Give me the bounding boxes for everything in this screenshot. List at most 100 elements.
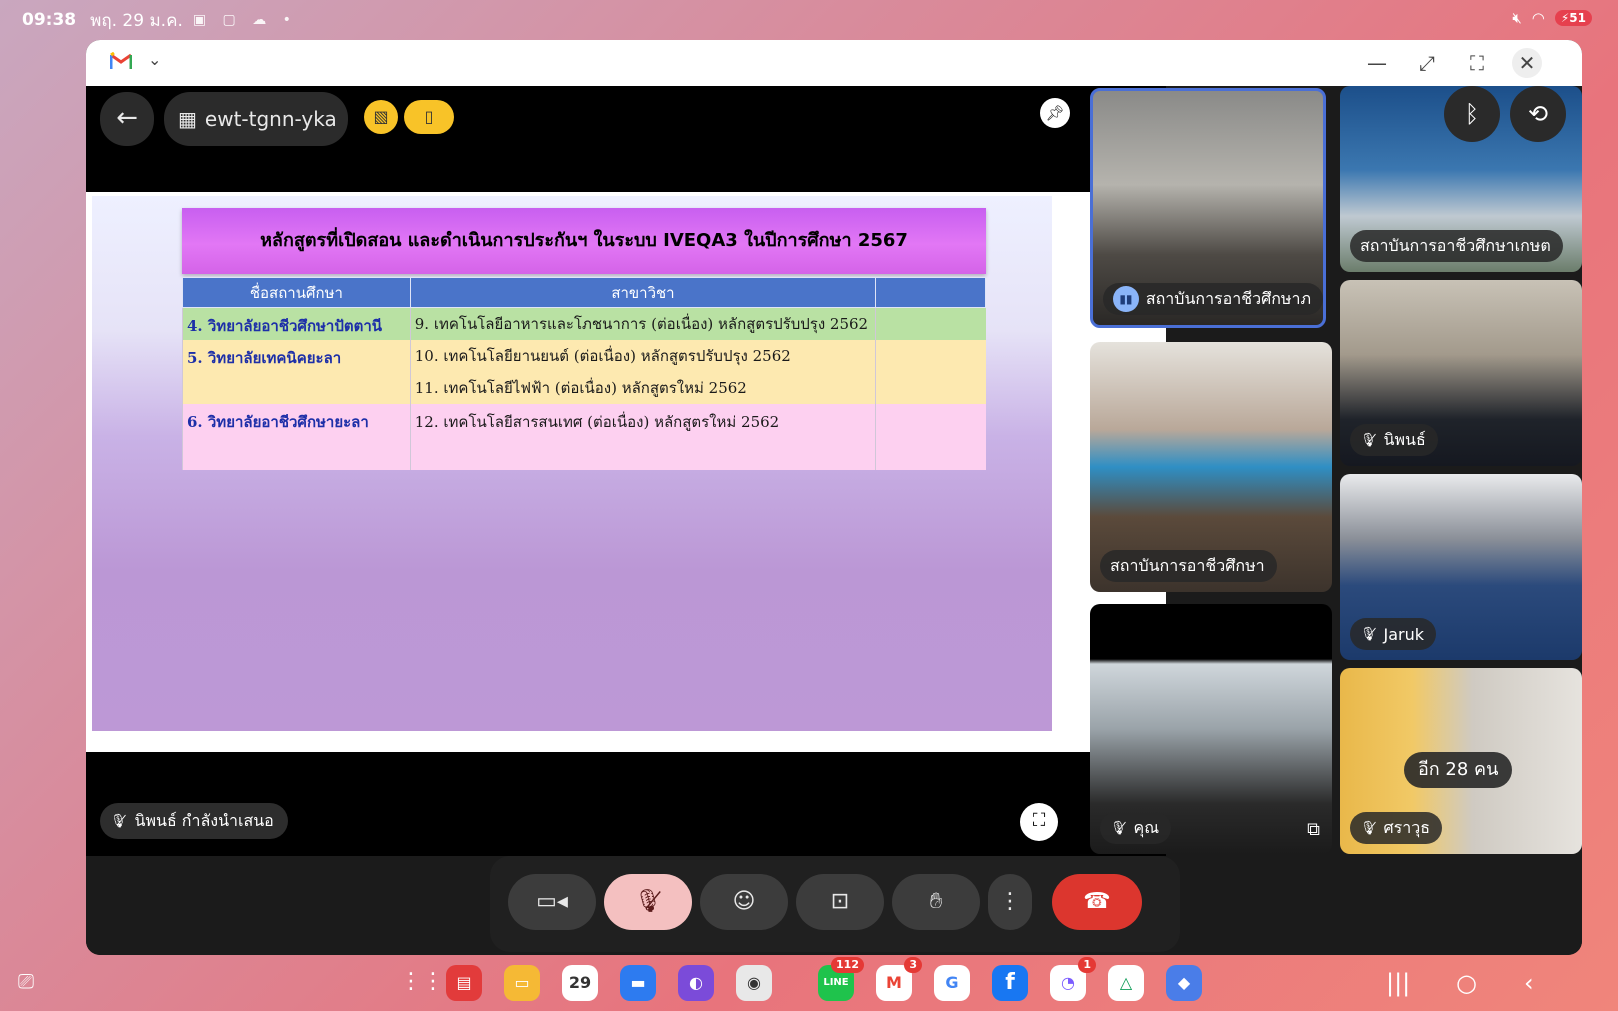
gmail-app-icon[interactable]: M3 [876, 957, 922, 1001]
screen-icon[interactable]: ⎚ [18, 969, 34, 993]
camera-app-icon[interactable]: ◉ [736, 965, 772, 1001]
hand-icon[interactable]: ✋︎ [892, 874, 980, 930]
no-video-icon[interactable]: ▧ [364, 100, 398, 134]
program-table: ชื่อสถานศึกษา สาขาวิชา 4. วิทยาลัยอาชีวศ… [182, 277, 986, 470]
program-cell: 9. เทคโนโลยีอาหารและโภชนาการ (ต่อเนื่อง)… [409, 307, 876, 340]
recents-icon[interactable]: ||| [1386, 969, 1410, 997]
back-nav-icon[interactable]: ‹ [1524, 969, 1534, 997]
calendar-icon: ▦ [178, 107, 197, 131]
back-arrow-icon[interactable]: ← [100, 92, 154, 146]
mic-off-icon: 🎙︎̸ [1110, 820, 1127, 836]
participant-name: สถาบันการอาชีวศึกษาภ [1145, 288, 1311, 308]
more-icon[interactable]: ⋮ [988, 874, 1032, 930]
empty-cell [875, 403, 986, 470]
participant-tile[interactable]: ᛒ ⟲ สถาบันการอาชีวศึกษาเกษต [1340, 86, 1582, 272]
participant-label: 🎙︎̸ นิพนธ์ [1350, 424, 1438, 456]
door-icon[interactable]: ▯ [404, 100, 454, 134]
messages-app-icon[interactable]: ▬ [620, 965, 656, 1001]
participant-tile[interactable]: 🎙︎̸ นิพนธ์ [1340, 280, 1582, 466]
program-cell: 10. เทคโนโลยียานยนต์ (ต่อเนื่อง) หลักสูต… [409, 339, 876, 372]
fullscreen-icon[interactable]: ⛶ [1020, 803, 1058, 841]
others-tile[interactable]: อีก 28 คน 🎙︎̸ ศราวุธ [1340, 668, 1582, 854]
presenter-label: นิพนธ์ กำลังนำเสนอ [134, 810, 274, 830]
speaking-icon: ▮▮ [1113, 286, 1139, 312]
slide-title: หลักสูตรที่เปิดสอน และดำเนินการประกันฯ ใ… [182, 208, 986, 274]
program-cell: 11. เทคโนโลยีไฟฟ้า (ต่อเนื่อง) หลักสูตรใ… [409, 371, 876, 404]
institution-cell: 4. วิทยาลัยอาชีวศึกษาปัตตานี [182, 307, 411, 340]
participant-label: สถาบันการอาชีวศึกษาเกษต [1350, 230, 1563, 262]
present-icon[interactable]: ⊡ [796, 874, 884, 930]
institution-cell: 5. วิทยาลัยเทคนิคยะลา [182, 339, 411, 372]
camera-switch-icon[interactable]: ⟲ [1510, 86, 1566, 142]
table-row: 11. เทคโนโลยีไฟฟ้า (ต่อเนื่อง) หลักสูตรใ… [182, 371, 986, 404]
end-call-icon[interactable]: ☎︎ [1052, 874, 1142, 930]
table-row: 4. วิทยาลัยอาชีวศึกษาปัตตานี 9. เทคโนโลย… [182, 307, 986, 340]
table-row: 6. วิทยาลัยอาชีวศึกษายะลา 12. เทคโนโลยีส… [182, 403, 986, 470]
battery-level: 51 [1569, 11, 1586, 25]
others-count: อีก 28 คน [1404, 752, 1513, 788]
google-app-icon[interactable]: G [934, 965, 970, 1001]
wifi-icon: ◠ [1531, 9, 1545, 27]
col-program: สาขาวิชา [409, 277, 877, 308]
expand-icon[interactable]: ⤢ [1412, 48, 1442, 78]
institution-cell [182, 371, 411, 404]
battery-indicator: ⚡51 [1554, 10, 1592, 26]
participant-tile[interactable]: สถาบันการอาชีวศึกษา [1090, 342, 1332, 592]
meeting-code: ewt-tgnn-yka [204, 107, 337, 131]
pin-icon[interactable]: 📌︎ [1040, 98, 1070, 128]
notes-app-icon[interactable]: ▤ [446, 965, 482, 1001]
facebook-app-icon[interactable]: f [992, 965, 1028, 1001]
camera-icon[interactable]: ▭◂ [508, 874, 596, 930]
close-icon[interactable]: ✕ [1512, 48, 1542, 78]
fullscreen-icon[interactable]: ⛶ [1462, 48, 1492, 78]
badge: 1 [1078, 957, 1096, 973]
chevron-down-icon[interactable]: ⌄ [148, 50, 161, 69]
participant-tile[interactable]: 🎙︎̸ Jaruk [1340, 474, 1582, 660]
drive-app-icon[interactable]: △ [1108, 965, 1144, 1001]
bluetooth-icon[interactable]: ᛒ [1444, 86, 1500, 142]
participant-name: คุณ [1133, 817, 1160, 837]
status-time: 09:38 [22, 10, 77, 30]
mic-off-icon: 🎙︎̸ [110, 813, 127, 829]
presentation-area: ← ▦ ewt-tgnn-yka ▧ ▯ 📌︎ หลักสูตรที่เปิดส… [86, 86, 1166, 856]
badge: 3 [904, 957, 922, 973]
notification-icons: ▣ ▢ ☁ • [192, 12, 297, 28]
gmail-icon[interactable] [110, 52, 132, 70]
browser-app-icon[interactable]: ◐ [678, 965, 714, 1001]
calendar-app-icon[interactable]: 29 [562, 965, 598, 1001]
col-institution: ชื่อสถานศึกษา [182, 277, 411, 308]
participant-label: 🎙︎̸ ศราวุธ [1350, 812, 1442, 844]
slide-background: หลักสูตรที่เปิดสอน และดำเนินการประกันฯ ใ… [92, 196, 1052, 731]
mic-off-icon[interactable]: 🎙︎̸ [604, 874, 692, 930]
call-controls: ▭◂ 🎙︎̸ ☺ ⊡ ✋︎ ⋮ ☎︎ [490, 856, 1180, 952]
home-icon[interactable]: ○ [1456, 969, 1477, 997]
minimize-icon[interactable]: — [1362, 48, 1392, 78]
empty-cell [875, 339, 986, 372]
meeting-code-chip[interactable]: ▦ ewt-tgnn-yka [164, 92, 348, 146]
shared-slide: หลักสูตรที่เปิดสอน และดำเนินการประกันฯ ใ… [86, 192, 1166, 752]
window-titlebar: ⌄ — ⤢ ⛶ ✕ [86, 40, 1582, 86]
participant-name: นิพนธ์ [1383, 429, 1426, 449]
participant-label: สถาบันการอาชีวศึกษา [1100, 550, 1277, 582]
self-view-tile[interactable]: 🎙︎̸ คุณ ⧉ [1090, 604, 1332, 854]
status-bar: 09:38 พฤ. 29 ม.ค. ▣ ▢ ☁ • 🔇︎ ◠ ⚡51 [0, 0, 1618, 40]
empty-cell [875, 371, 986, 404]
participant-name: สถาบันการอาชีวศึกษาเกษต [1360, 235, 1551, 255]
files-app-icon[interactable]: ▭ [504, 965, 540, 1001]
mute-icon: 🔇︎ [1512, 9, 1522, 27]
participant-tile[interactable]: ▮▮ สถาบันการอาชีวศึกษาภ [1090, 88, 1326, 328]
meet-window: ⌄ — ⤢ ⛶ ✕ ← ▦ ewt-tgnn-yka ▧ ▯ 📌︎ หลักสู… [86, 40, 1582, 955]
line-label: LINE [823, 977, 849, 988]
store-app-icon[interactable]: ◆ [1166, 965, 1202, 1001]
participant-label: 🎙︎̸ คุณ [1100, 812, 1172, 844]
line-app-icon[interactable]: LINE 112 [818, 957, 864, 1001]
participant-name: ศราวุธ [1383, 817, 1430, 837]
participant-name: สถาบันการอาชีวศึกษา [1110, 555, 1265, 575]
status-right: 🔇︎ ◠ ⚡51 [1512, 9, 1592, 27]
add-effect-icon[interactable]: ⧉ [1307, 819, 1320, 840]
program-cell: 12. เทคโนโลยีสารสนเทศ (ต่อเนื่อง) หลักสู… [409, 403, 876, 470]
emoji-icon[interactable]: ☺ [700, 874, 788, 930]
table-row: 5. วิทยาลัยเทคนิคยะลา 10. เทคโนโลยียานยน… [182, 339, 986, 372]
messenger-app-icon[interactable]: ◔ 1 [1050, 957, 1096, 1001]
calendar-day: 29 [568, 973, 592, 992]
